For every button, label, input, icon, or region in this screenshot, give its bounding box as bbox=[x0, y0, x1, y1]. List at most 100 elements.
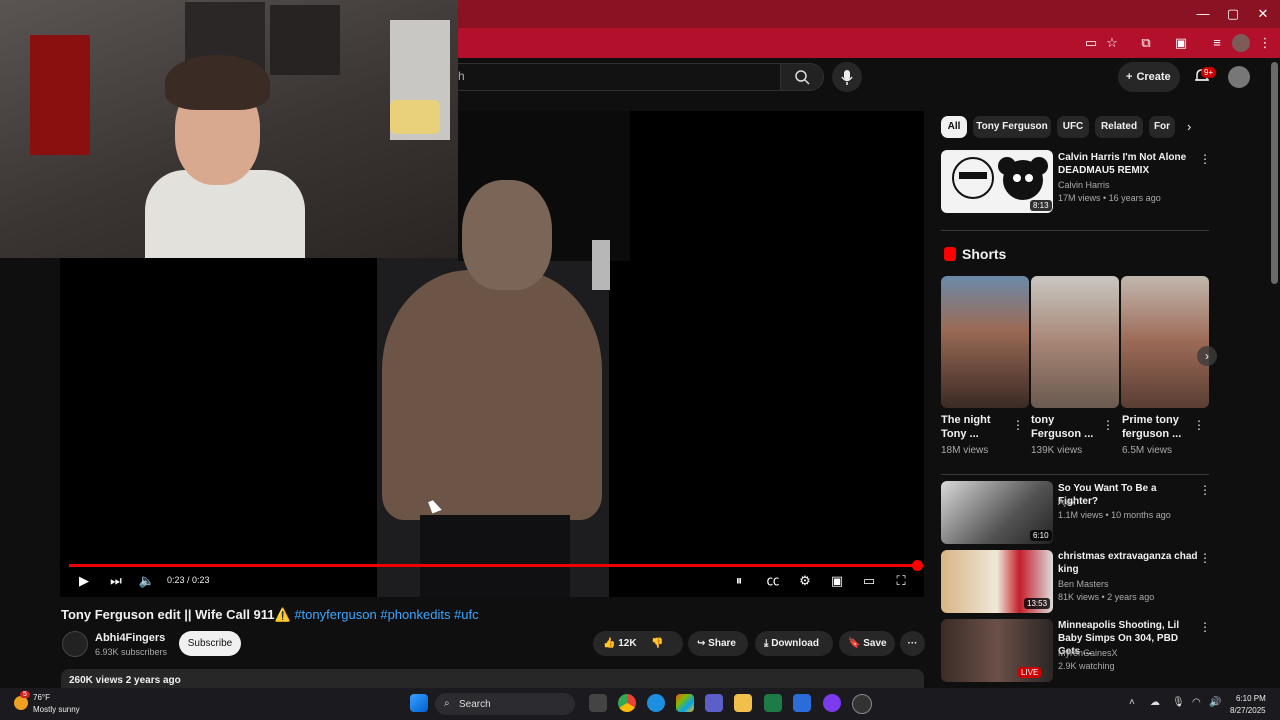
chip-ufc[interactable]: UFC bbox=[1057, 116, 1089, 138]
subscribe-button[interactable]: Subscribe bbox=[179, 631, 241, 656]
cloud-icon[interactable]: ☁ bbox=[1150, 697, 1160, 708]
video-channel[interactable]: Ben Masters bbox=[1058, 579, 1109, 589]
video-title[interactable]: christmas extravaganza chad king bbox=[1058, 550, 1198, 576]
short-thumbnail[interactable] bbox=[1121, 276, 1209, 408]
share-button[interactable]: ↪ Share bbox=[688, 631, 748, 656]
next-button[interactable]: ⏭ bbox=[106, 572, 126, 590]
taskbar-search-icon: ⌕ bbox=[444, 698, 450, 709]
settings-gear-icon[interactable]: ⚙ bbox=[795, 572, 815, 590]
taskbar-search[interactable] bbox=[435, 693, 575, 715]
webcam-poster bbox=[270, 5, 340, 75]
chip-related[interactable]: Related bbox=[1095, 116, 1143, 138]
dislike-button[interactable]: 👎 bbox=[651, 638, 663, 649]
browser-menu-icon[interactable]: ⋮ bbox=[1256, 34, 1274, 52]
more-actions-button[interactable]: ··· bbox=[900, 631, 925, 656]
shorts-next-button[interactable]: › bbox=[1197, 346, 1217, 366]
short-title[interactable]: The night Tony ... bbox=[941, 413, 1007, 441]
video-meta: 17M views • 16 years ago bbox=[1058, 193, 1161, 203]
video-fighter-shorts bbox=[420, 515, 570, 597]
chrome-icon[interactable] bbox=[618, 694, 636, 712]
minimize-button[interactable]: — bbox=[1192, 4, 1214, 24]
channel-subscribers: 6.93K subscribers bbox=[95, 647, 168, 657]
more-options-icon[interactable]: ⋮ bbox=[1193, 418, 1205, 432]
store-icon[interactable] bbox=[793, 694, 811, 712]
bookmark-star-icon[interactable]: ☆ bbox=[1103, 34, 1121, 52]
chip-for-you[interactable]: For bbox=[1149, 116, 1175, 138]
create-label: Create bbox=[1136, 71, 1171, 83]
chip-all[interactable]: All bbox=[941, 116, 967, 138]
chip-tony-ferguson[interactable]: Tony Ferguson bbox=[973, 116, 1051, 138]
weather-description[interactable]: Mostly sunny bbox=[33, 705, 80, 714]
search-input[interactable] bbox=[440, 63, 781, 91]
copilot-icon[interactable] bbox=[676, 694, 694, 712]
progress-bar[interactable] bbox=[69, 564, 917, 567]
clock-date[interactable]: 8/27/2025 bbox=[1230, 706, 1266, 715]
video-title[interactable]: So You Want To Be a Fighter? bbox=[1058, 482, 1198, 508]
more-options-icon[interactable]: ⋮ bbox=[1199, 620, 1211, 634]
excel-icon[interactable] bbox=[764, 694, 782, 712]
maximize-button[interactable]: ▢ bbox=[1222, 4, 1244, 24]
task-view-icon[interactable] bbox=[589, 694, 607, 712]
miniplayer-icon[interactable]: ▣ bbox=[827, 572, 847, 590]
extensions-icon[interactable]: ⧉ bbox=[1137, 34, 1155, 52]
more-options-icon[interactable]: ⋮ bbox=[1102, 418, 1114, 432]
like-button[interactable]: 👍 12K bbox=[603, 638, 637, 649]
fullscreen-icon[interactable]: ⛶ bbox=[891, 572, 911, 590]
volume-icon[interactable]: 🔊 bbox=[1209, 697, 1221, 708]
wifi-icon[interactable]: ◠ bbox=[1192, 697, 1201, 708]
voice-search-button[interactable] bbox=[832, 62, 862, 92]
profile-avatar-icon[interactable] bbox=[1232, 34, 1250, 52]
video-channel[interactable]: Calvin Harris bbox=[1058, 180, 1110, 190]
search-button[interactable] bbox=[780, 63, 824, 91]
windows-taskbar bbox=[0, 688, 1280, 720]
cast-icon[interactable]: ▣ bbox=[1172, 34, 1190, 52]
more-options-icon[interactable]: ⋮ bbox=[1199, 551, 1211, 565]
play-button[interactable]: ▶ bbox=[74, 572, 94, 590]
theater-mode-icon[interactable]: ▭ bbox=[859, 572, 879, 590]
more-options-icon[interactable]: ⋮ bbox=[1199, 483, 1211, 497]
microphone-icon[interactable]: 🎙 bbox=[1172, 697, 1185, 708]
short-title[interactable]: Prime tony ferguson ... bbox=[1122, 413, 1188, 441]
video-hashtags[interactable]: #tonyferguson #phonkedits #ufc bbox=[294, 607, 478, 622]
more-options-icon[interactable]: ⋮ bbox=[1012, 418, 1024, 432]
short-views: 139K views bbox=[1031, 445, 1083, 456]
channel-avatar[interactable] bbox=[62, 631, 88, 657]
chevron-up-icon[interactable]: ˄ bbox=[1129, 697, 1135, 708]
video-channel[interactable]: MyronGainesX bbox=[1058, 648, 1118, 658]
edge-icon[interactable] bbox=[647, 694, 665, 712]
start-button[interactable] bbox=[410, 694, 428, 712]
short-title[interactable]: tony Ferguson ... bbox=[1031, 413, 1097, 441]
download-button[interactable]: ⤓ Download bbox=[755, 631, 833, 656]
download-label: Download bbox=[771, 638, 819, 649]
account-avatar[interactable] bbox=[1228, 66, 1250, 88]
save-button[interactable]: 🔖 Save bbox=[839, 631, 895, 656]
section-divider bbox=[941, 474, 1209, 475]
autoplay-toggle[interactable]: ⏸ bbox=[728, 572, 750, 590]
download-icon: ⤓ bbox=[764, 638, 769, 649]
weather-temperature[interactable]: 76°F bbox=[33, 693, 50, 702]
more-options-icon[interactable]: ⋮ bbox=[1199, 152, 1211, 166]
progress-scrubber[interactable] bbox=[912, 560, 923, 571]
video-channel[interactable]: Ajax bbox=[1058, 497, 1076, 507]
plus-icon: + bbox=[1126, 71, 1133, 83]
channel-name[interactable]: Abhi4Fingers bbox=[95, 632, 165, 644]
create-button[interactable]: + Create bbox=[1118, 62, 1180, 92]
file-explorer-icon[interactable] bbox=[734, 694, 752, 712]
close-button[interactable]: ✕ bbox=[1252, 4, 1274, 24]
captions-icon[interactable]: ㏄ bbox=[763, 572, 783, 590]
clock-time[interactable]: 6:10 PM bbox=[1236, 694, 1266, 703]
chevron-right-icon[interactable]: › bbox=[1187, 119, 1191, 134]
app-icon[interactable] bbox=[852, 694, 872, 714]
media-controls-icon[interactable]: ≡ bbox=[1208, 34, 1226, 52]
page-scrollbar[interactable] bbox=[1271, 62, 1278, 284]
teams-icon[interactable] bbox=[705, 694, 723, 712]
volume-icon[interactable]: 🔈 bbox=[137, 572, 157, 590]
like-dislike-group: 👍 12K 👎 bbox=[593, 631, 683, 656]
weather-icon[interactable] bbox=[14, 696, 28, 710]
app-icon[interactable] bbox=[823, 694, 841, 712]
short-thumbnail[interactable] bbox=[1031, 276, 1119, 408]
share-icon: ↪ bbox=[697, 638, 706, 649]
video-title[interactable]: Calvin Harris I'm Not Alone DEADMAU5 REM… bbox=[1058, 151, 1198, 177]
short-thumbnail[interactable] bbox=[941, 276, 1029, 408]
install-app-icon[interactable]: ▭ bbox=[1082, 34, 1100, 52]
